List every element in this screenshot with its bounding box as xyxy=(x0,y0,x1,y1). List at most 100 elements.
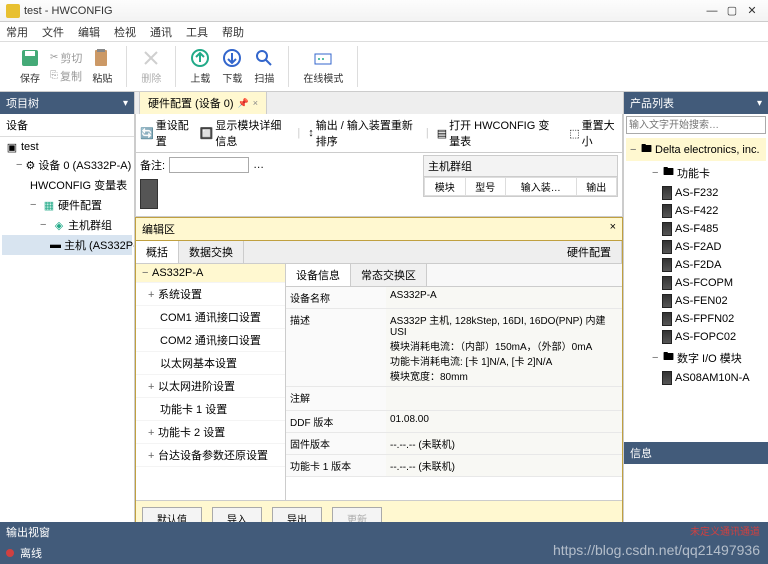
product-item[interactable]: AS-FEN02 xyxy=(626,292,766,310)
warning-text: 未定义通讯通道 xyxy=(690,523,760,538)
paste-button[interactable]: 粘贴 xyxy=(86,46,118,87)
show-detail-button[interactable]: 🔲 显示模块详细信息 xyxy=(200,117,290,149)
delete-button[interactable]: 删除 xyxy=(135,46,167,87)
tree-hostgroup[interactable]: −◈主机群组 xyxy=(2,215,132,235)
product-search-input[interactable] xyxy=(626,116,766,134)
prop-fw-key: 固件版本 xyxy=(286,433,386,455)
prop-ddf-val: 01.08.00 xyxy=(386,411,622,433)
close-tab-icon[interactable]: × xyxy=(253,98,258,108)
prop-name-val: AS332P-A xyxy=(386,287,622,309)
remark-more[interactable]: … xyxy=(253,159,264,171)
node-com1[interactable]: COM1 通讯接口设置 xyxy=(136,306,285,329)
status-text: 离线 xyxy=(20,545,42,561)
subtab-exchange[interactable]: 常态交换区 xyxy=(351,264,427,286)
product-item[interactable]: AS08AM10N-A xyxy=(626,369,766,387)
config-toolbar: 🔄 重设配置 🔲 显示模块详细信息| ↕ 输出 / 输入装置重新排序| ▤ 打开… xyxy=(135,114,623,153)
online-mode-button[interactable]: 在线模式 xyxy=(297,46,349,87)
open-vartable-button[interactable]: ▤ 打开 HWCONFIG 变量表 xyxy=(437,117,553,149)
tree-hwconfig[interactable]: −▦硬件配置 xyxy=(2,195,132,215)
product-list-panel: 产品列表▾ −🖿 Delta electronics, inc. −🖿 功能卡 … xyxy=(623,92,768,524)
prop-desc-key: 描述 xyxy=(286,309,386,387)
project-icon: ▣ xyxy=(6,141,18,153)
product-item[interactable]: AS-FOPC02 xyxy=(626,328,766,346)
prop-note-val[interactable] xyxy=(386,387,622,411)
menu-view[interactable]: 检视 xyxy=(114,24,136,40)
tree-vartable[interactable]: HWCONFIG 变量表 xyxy=(2,175,132,195)
product-item[interactable]: AS-FCOPM xyxy=(626,274,766,292)
scan-button[interactable]: 扫描 xyxy=(248,46,280,87)
prop-fw-val: --.--.-- (未联机) xyxy=(386,433,622,455)
host-group-header: 主机群组 xyxy=(424,156,617,177)
host-icon: ▬ xyxy=(50,239,61,251)
product-item[interactable]: AS-F2AD xyxy=(626,238,766,256)
cut-button[interactable]: ✂ 剪切 xyxy=(50,50,82,66)
save-icon xyxy=(20,48,40,68)
output-window-header[interactable]: 输出视窗 xyxy=(0,522,768,542)
reset-size-button[interactable]: ⬚ 重置大小 xyxy=(569,117,618,149)
copy-button: ⎘ 复制 xyxy=(50,68,82,84)
menu-tools[interactable]: 工具 xyxy=(186,24,208,40)
product-list-header: 产品列表▾ xyxy=(624,92,768,114)
edit-pane-title: 编辑区 xyxy=(142,221,175,237)
product-item[interactable]: AS-FPFN02 xyxy=(626,310,766,328)
upload-button[interactable]: 上载 xyxy=(184,46,216,87)
category-dio[interactable]: −🖿 数字 I/O 模块 xyxy=(626,346,766,369)
watermark: https://blog.csdn.net/qq21497936 xyxy=(553,542,760,558)
prop-fc1-key: 功能卡 1 版本 xyxy=(286,455,386,477)
node-restore[interactable]: +台达设备参数还原设置 xyxy=(136,444,285,467)
app-icon xyxy=(6,4,20,18)
tab-hwconfig[interactable]: 硬件配置 (设备 0)📌× xyxy=(139,91,267,114)
tree-device[interactable]: −⚙设备 0 (AS332P-A) xyxy=(2,155,132,175)
main-toolbar: 保存 ✂ 剪切 ⎘ 复制 粘贴 删除 上载 下载 扫描 xyxy=(0,42,768,92)
scan-icon xyxy=(254,48,274,68)
remark-label: 备注: xyxy=(140,157,165,173)
device-graphic[interactable] xyxy=(140,179,158,209)
prop-name-key: 设备名称 xyxy=(286,287,386,309)
tree-test[interactable]: ▣test xyxy=(2,139,132,155)
node-com2[interactable]: COM2 通讯接口设置 xyxy=(136,329,285,352)
prop-ddf-key: DDF 版本 xyxy=(286,411,386,433)
menu-edit[interactable]: 编辑 xyxy=(78,24,100,40)
close-button[interactable]: ✕ xyxy=(742,4,762,17)
vendor-row[interactable]: −🖿 Delta electronics, inc. xyxy=(626,138,766,161)
node-fc1[interactable]: 功能卡 1 设置 xyxy=(136,398,285,421)
product-item[interactable]: AS-F2DA xyxy=(626,256,766,274)
edit-pane: 编辑区 × 概括 数据交换 硬件配置 −AS332P-A +系统设置 COM1 通… xyxy=(135,217,623,537)
save-button[interactable]: 保存 xyxy=(14,46,46,87)
menu-file[interactable]: 文件 xyxy=(42,24,64,40)
product-item[interactable]: AS-F422 xyxy=(626,202,766,220)
info-header: 信息 xyxy=(624,442,768,464)
device-icon: ⚙ xyxy=(25,159,35,171)
pin-icon[interactable]: 📌 xyxy=(238,98,249,109)
remark-input[interactable] xyxy=(169,157,249,173)
prop-fc1-val: --.--.-- (未联机) xyxy=(386,455,622,477)
status-dot-icon xyxy=(6,549,14,557)
tab-overview[interactable]: 概括 xyxy=(136,241,179,263)
title-bar: test - HWCONFIG — ▢ ✕ xyxy=(0,0,768,22)
product-item[interactable]: AS-F485 xyxy=(626,220,766,238)
prop-desc-val: AS332P 主机, 128kStep, 16DI, 16DO(PNP) 内建 … xyxy=(386,309,622,387)
param-tree: −AS332P-A +系统设置 COM1 通讯接口设置 COM2 通讯接口设置 … xyxy=(136,264,286,500)
collapse-icon[interactable]: ▾ xyxy=(757,98,762,109)
node-fc2[interactable]: +功能卡 2 设置 xyxy=(136,421,285,444)
menu-help[interactable]: 帮助 xyxy=(222,24,244,40)
menu-comm[interactable]: 通讯 xyxy=(150,24,172,40)
node-system[interactable]: +系统设置 xyxy=(136,283,285,306)
tree-host[interactable]: ▬主机 (AS332P-… xyxy=(2,235,132,255)
tab-dataexchange[interactable]: 数据交换 xyxy=(179,241,244,263)
menu-common[interactable]: 常用 xyxy=(6,24,28,40)
product-item[interactable]: AS-F232 xyxy=(626,184,766,202)
node-eth[interactable]: 以太网基本设置 xyxy=(136,352,285,375)
node-ethadv[interactable]: +以太网进阶设置 xyxy=(136,375,285,398)
subtab-devinfo[interactable]: 设备信息 xyxy=(286,264,351,286)
reset-config-button[interactable]: 🔄 重设配置 xyxy=(140,117,192,149)
collapse-icon[interactable]: ▾ xyxy=(123,98,128,109)
reorder-button[interactable]: ↕ 输出 / 输入装置重新排序 xyxy=(308,117,418,149)
maximize-button[interactable]: ▢ xyxy=(722,4,742,17)
category-funccard[interactable]: −🖿 功能卡 xyxy=(626,161,766,184)
tab-hw-sub[interactable]: 硬件配置 xyxy=(557,241,622,263)
download-button[interactable]: 下载 xyxy=(216,46,248,87)
edit-close-button[interactable]: × xyxy=(610,221,616,237)
node-root[interactable]: −AS332P-A xyxy=(136,264,285,283)
minimize-button[interactable]: — xyxy=(702,5,722,17)
